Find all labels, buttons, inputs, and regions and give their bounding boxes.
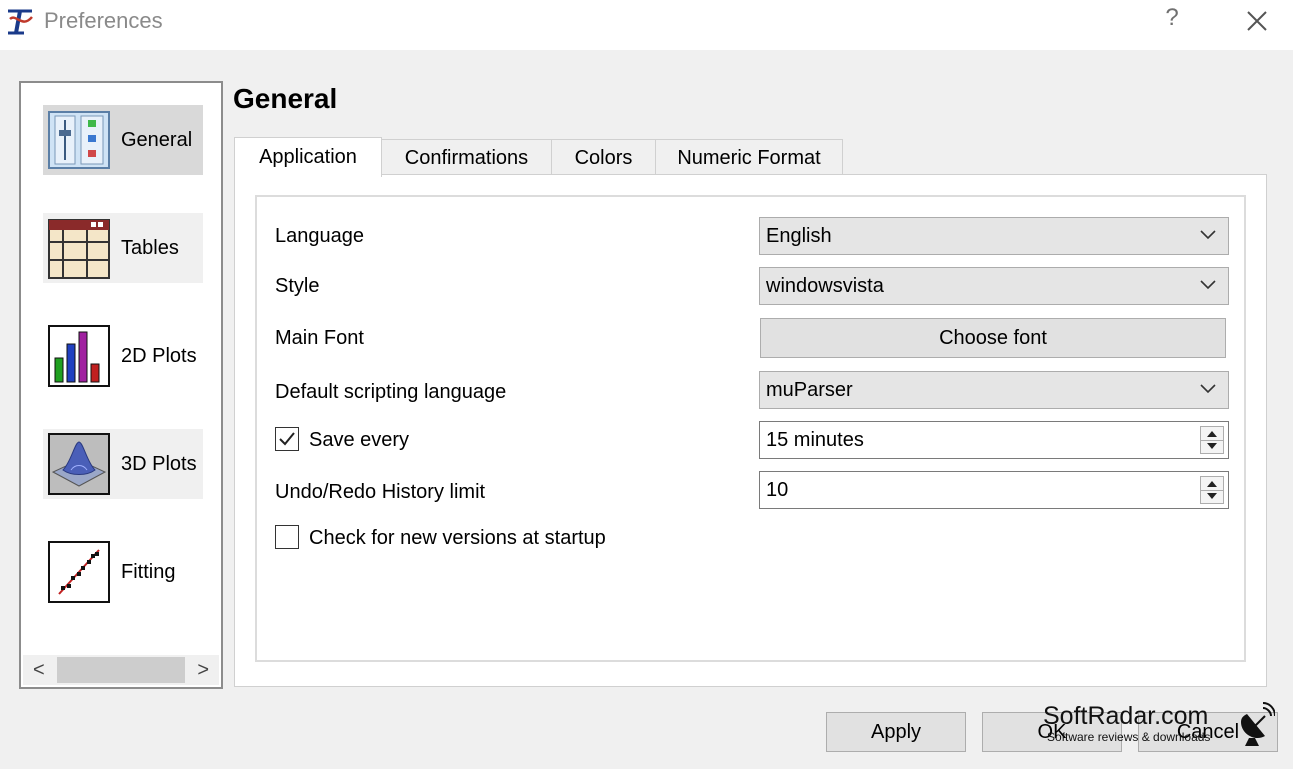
sidebar-item-label: Tables: [121, 236, 179, 259]
language-select[interactable]: English: [759, 217, 1229, 255]
chevron-down-icon: [1200, 280, 1216, 290]
scrollbar-thumb[interactable]: [57, 657, 185, 683]
tab-confirmations[interactable]: Confirmations: [381, 139, 552, 175]
chevron-down-icon: [1200, 230, 1216, 240]
save-every-checkbox[interactable]: [275, 427, 299, 451]
title-bar: Preferences ?: [0, 0, 1293, 50]
save-every-value: 15 minutes: [766, 429, 864, 451]
satellite-dish-icon: [1241, 702, 1275, 746]
scroll-right-button[interactable]: >: [197, 659, 209, 682]
undo-history-spinbox[interactable]: 10: [759, 471, 1229, 509]
spin-buttons[interactable]: [1200, 476, 1224, 504]
category-sidebar: General Tables 2D Plots 3D Plots Fitting…: [19, 81, 223, 689]
tab-numeric-format[interactable]: Numeric Format: [655, 139, 843, 175]
chevron-down-icon: [1200, 384, 1216, 394]
sidebar-item-tables[interactable]: Tables: [43, 213, 203, 283]
sidebar-horizontal-scrollbar[interactable]: < >: [23, 655, 219, 685]
main-font-label: Main Font: [275, 327, 364, 349]
sidebar-item-label: Fitting: [121, 560, 176, 583]
save-every-spinbox[interactable]: 15 minutes: [759, 421, 1229, 459]
spin-divider: [1201, 440, 1223, 441]
sidebar-item-2d-plots[interactable]: 2D Plots: [43, 321, 203, 391]
page-title: General: [233, 83, 338, 114]
choose-font-button[interactable]: Choose font: [760, 318, 1226, 358]
spin-down-icon[interactable]: [1207, 493, 1217, 499]
language-label: Language: [275, 225, 364, 247]
style-label: Style: [275, 275, 320, 297]
scripting-language-select[interactable]: muParser: [759, 371, 1229, 409]
fitting-icon: [48, 541, 110, 603]
check-versions-checkbox[interactable]: [275, 525, 299, 549]
spin-up-icon[interactable]: [1207, 431, 1217, 437]
check-versions-label: Check for new versions at startup: [309, 527, 606, 549]
language-value: English: [766, 225, 832, 247]
tables-icon: [48, 219, 110, 279]
help-button[interactable]: ?: [1162, 4, 1182, 32]
tab-application[interactable]: Application: [234, 137, 382, 177]
style-value: windowsvista: [766, 275, 884, 297]
sidebar-item-fitting[interactable]: Fitting: [43, 537, 203, 607]
scripting-language-label: Default scripting language: [275, 381, 507, 403]
application-settings-group: Language English Style windowsvista Main…: [255, 195, 1246, 662]
qtiplot-logo-icon: [8, 9, 33, 35]
checkmark-icon: [279, 432, 295, 446]
general-settings-icon: [48, 111, 110, 169]
sidebar-item-label: 3D Plots: [121, 452, 197, 475]
scripting-language-value: muParser: [766, 379, 853, 401]
watermark-subtitle: Software reviews & downloads: [1047, 730, 1211, 744]
style-select[interactable]: windowsvista: [759, 267, 1229, 305]
undo-history-value: 10: [766, 479, 789, 501]
undo-history-label: Undo/Redo History limit: [275, 481, 486, 503]
sidebar-item-label: General: [121, 128, 193, 151]
softradar-watermark: SoftRadar.com Software reviews & downloa…: [1043, 702, 1283, 752]
tab-panel-application: Language English Style windowsvista Main…: [234, 174, 1267, 687]
save-every-label: Save every: [309, 429, 410, 451]
tab-colors[interactable]: Colors: [551, 139, 656, 175]
scroll-left-button[interactable]: <: [33, 659, 45, 682]
close-icon[interactable]: [1242, 6, 1272, 36]
apply-button[interactable]: Apply: [826, 712, 966, 752]
spin-buttons[interactable]: [1200, 426, 1224, 454]
sidebar-item-general[interactable]: General: [43, 105, 203, 175]
sidebar-item-label: 2D Plots: [121, 344, 197, 367]
window-title: Preferences: [44, 8, 163, 33]
surface-plot-icon: [48, 433, 110, 495]
watermark-title: SoftRadar.com: [1043, 702, 1209, 730]
bar-chart-icon: [48, 325, 110, 387]
spin-down-icon[interactable]: [1207, 443, 1217, 449]
spin-divider: [1201, 490, 1223, 491]
spin-up-icon[interactable]: [1207, 481, 1217, 487]
sidebar-item-3d-plots[interactable]: 3D Plots: [43, 429, 203, 499]
